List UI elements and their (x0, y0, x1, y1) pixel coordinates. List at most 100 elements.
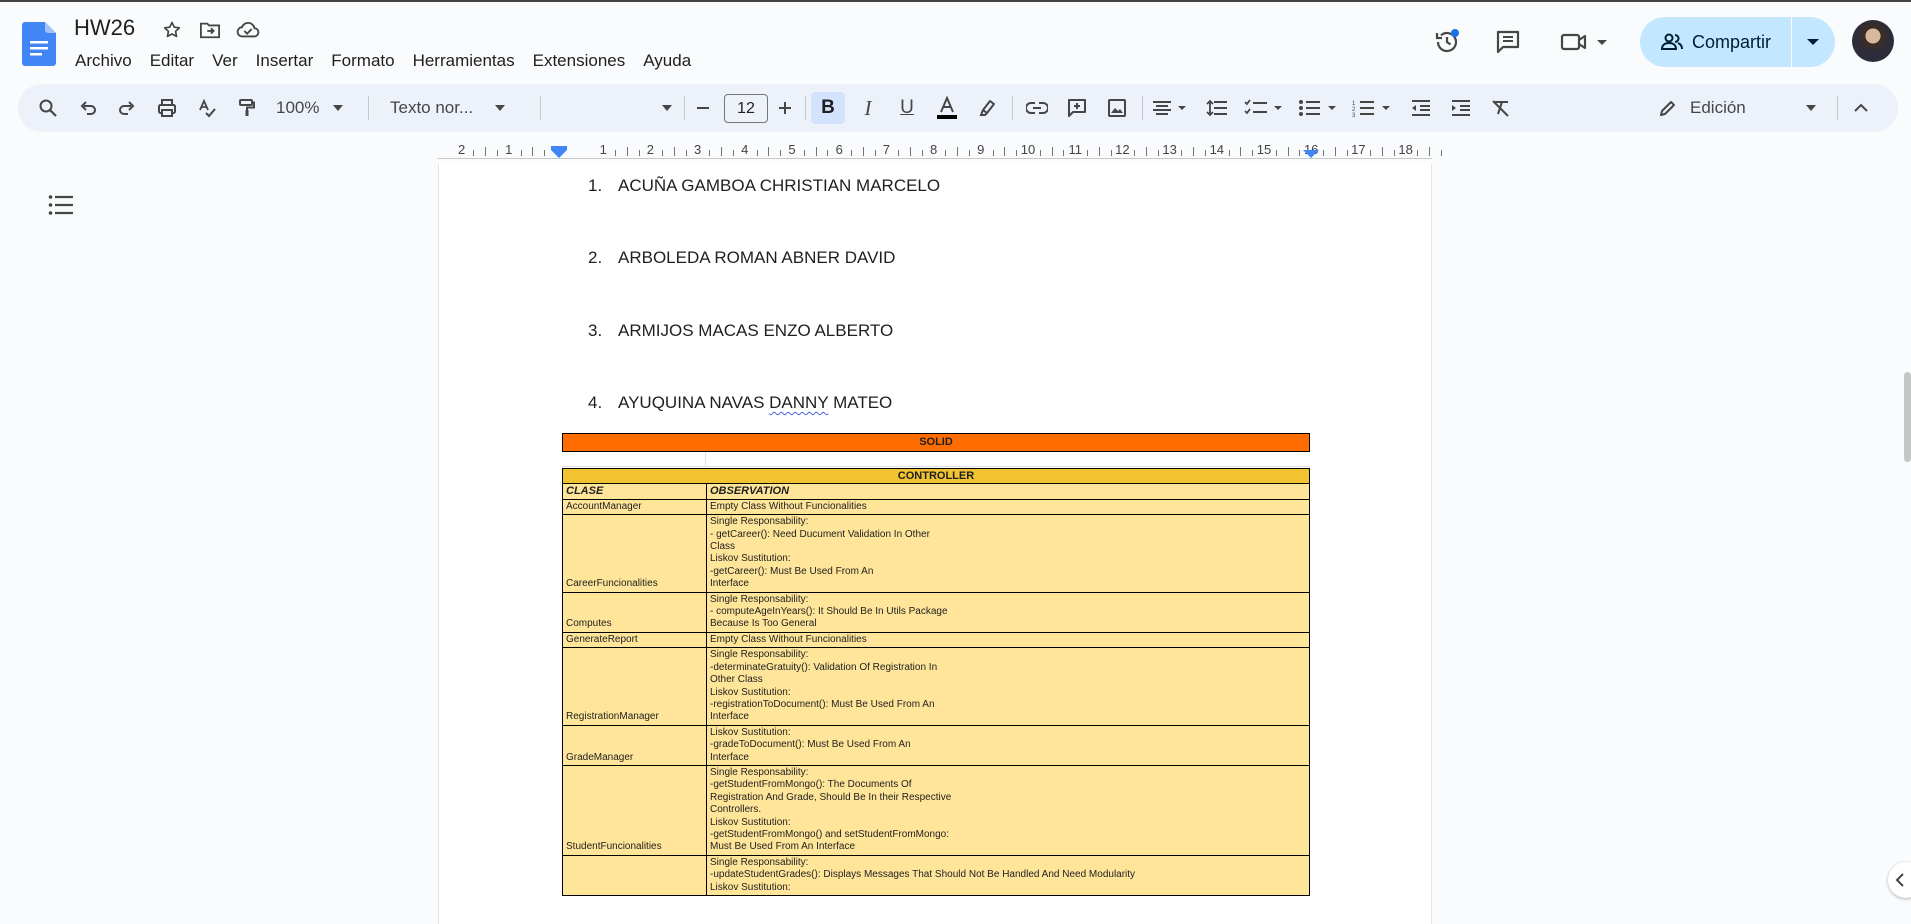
move-folder-icon[interactable] (198, 18, 222, 42)
table-row: AccountManager Empty Class Without Funcio… (562, 498, 1310, 516)
ruler-tick (803, 150, 805, 156)
observation-line: Liskov Sustitution: (710, 816, 791, 828)
ruler-tick (662, 150, 664, 156)
bullet-list-icon[interactable] (1294, 84, 1344, 132)
horizontal-ruler[interactable]: 2 1 1 2 3 4 5 6 7 8 9 10 11 12 13 14 15 16 17 18 (438, 142, 1442, 160)
ruler-tick (1063, 150, 1065, 156)
ruler-tick (768, 147, 770, 156)
zoom-select[interactable]: 100% (276, 84, 356, 132)
ruler-tick (862, 147, 864, 156)
undo-icon[interactable] (71, 84, 105, 132)
checklist-icon[interactable] (1240, 84, 1290, 132)
document-title[interactable]: HW26 (74, 15, 135, 41)
text-color-icon[interactable] (930, 84, 964, 132)
observation-line: Liskov Sustitution: (710, 726, 791, 738)
document-outline-icon[interactable] (48, 193, 74, 217)
class-name-cell: StudentFuncionalities (562, 764, 707, 856)
font-size-input[interactable]: 12 (724, 94, 768, 123)
ruler-tick (992, 150, 994, 156)
spellcheck-icon[interactable] (190, 84, 224, 132)
ruler-number: 2 (646, 142, 655, 157)
collapse-icon[interactable] (1844, 84, 1878, 132)
observation-line: Interface (710, 578, 749, 590)
increase-indent-icon[interactable] (1444, 84, 1478, 132)
observation-line: -registrationToDocument(): Must Be Used … (710, 698, 935, 710)
ruler-tick (1228, 150, 1230, 156)
ruler-tick (485, 147, 487, 156)
decrease-indent-icon[interactable] (1404, 84, 1438, 132)
ruler-tick (1370, 150, 1372, 156)
share-dropdown-button[interactable] (1792, 17, 1834, 67)
ruler-tick (1393, 150, 1395, 156)
search-icon[interactable] (30, 84, 66, 132)
ruler-tick (815, 147, 817, 156)
observation-line: Class (710, 541, 736, 553)
underline-icon[interactable]: U (890, 84, 924, 132)
history-icon[interactable] (1427, 22, 1467, 62)
vertical-scrollbar[interactable] (1904, 372, 1911, 462)
menu-herramientas[interactable]: Herramientas (404, 49, 524, 73)
class-name-cell: Computes (562, 591, 707, 633)
highlight-icon[interactable] (970, 84, 1004, 132)
decrease-font-size-button[interactable] (688, 84, 718, 132)
observation-line: Controllers. (710, 804, 762, 816)
share-button[interactable]: Compartir (1640, 17, 1792, 67)
ruler-tick (1039, 150, 1041, 156)
table-header: CONTROLLER (562, 467, 1310, 485)
menu-bar: Archivo Editar Ver Insertar Formato Herr… (66, 49, 700, 73)
comments-icon[interactable] (1488, 22, 1528, 62)
numbered-list-icon[interactable]: 123 (1348, 84, 1398, 132)
ruler-tick (780, 150, 782, 156)
font-family-select[interactable] (552, 84, 672, 132)
ruler-tick (1441, 150, 1442, 156)
right-indent-marker-icon[interactable] (1302, 146, 1320, 160)
italic-icon[interactable]: I (851, 84, 885, 132)
table-row: Single Responsability: -updateStudentGrad… (562, 854, 1310, 897)
ruler-number: 15 (1256, 142, 1272, 157)
comment-icon[interactable] (1060, 84, 1094, 132)
observation-line: Interface (710, 711, 749, 723)
ruler-tick (1346, 150, 1348, 156)
ruler-tick (910, 147, 911, 156)
spelling-suggestion[interactable]: DANNY (769, 393, 828, 412)
cloud-saved-icon[interactable] (236, 18, 260, 42)
table-header-row: CONTROLLER (562, 467, 1310, 485)
clear-format-icon[interactable] (1484, 84, 1518, 132)
menu-extensiones[interactable]: Extensiones (524, 49, 635, 73)
bold-icon[interactable]: B (811, 84, 845, 132)
ruler-tick (1429, 147, 1431, 156)
observation-line: Liskov Sustitution: (710, 686, 791, 698)
menu-editar[interactable]: Editar (141, 49, 203, 73)
line-spacing-icon[interactable] (1200, 84, 1234, 132)
menu-archivo[interactable]: Archivo (66, 49, 141, 73)
menu-ayuda[interactable]: Ayuda (634, 49, 700, 73)
menu-ver[interactable]: Ver (203, 49, 247, 73)
ruler-number: 4 (741, 142, 749, 157)
menu-formato[interactable]: Formato (322, 49, 403, 73)
column-header-row: CLASE OBSERVATION (562, 483, 1310, 500)
redo-icon[interactable] (110, 84, 144, 132)
top-bar: HW26 Archivo Editar Ver Insertar Formato… (0, 0, 1911, 80)
meet-button[interactable] (1556, 22, 1616, 62)
star-icon[interactable] (160, 18, 184, 42)
class-name-cell: AccountManager (562, 498, 707, 516)
class-name-cell (562, 854, 707, 897)
left-indent-marker-icon[interactable] (550, 146, 568, 160)
align-icon[interactable] (1148, 84, 1194, 132)
menu-insertar[interactable]: Insertar (247, 49, 323, 73)
avatar[interactable] (1852, 20, 1894, 62)
ruler-tick (1240, 147, 1242, 156)
observation-line: -determinateGratuity(): Validation Of Re… (710, 661, 938, 673)
ruler-tick (1098, 147, 1100, 156)
print-icon[interactable] (150, 84, 184, 132)
increase-font-size-button[interactable] (770, 84, 800, 132)
editing-mode-select[interactable]: Edición (1658, 84, 1838, 132)
paragraph-style-select[interactable]: Texto nor... (390, 84, 530, 132)
chevron-down-icon (1807, 39, 1819, 45)
image-icon[interactable] (1100, 84, 1134, 132)
column-header-observation: OBSERVATION (706, 483, 1310, 500)
docs-logo-icon[interactable] (22, 22, 56, 66)
paint-format-icon[interactable] (230, 84, 264, 132)
link-icon[interactable] (1020, 84, 1054, 132)
observation-line: Because Is Too General (710, 618, 817, 630)
